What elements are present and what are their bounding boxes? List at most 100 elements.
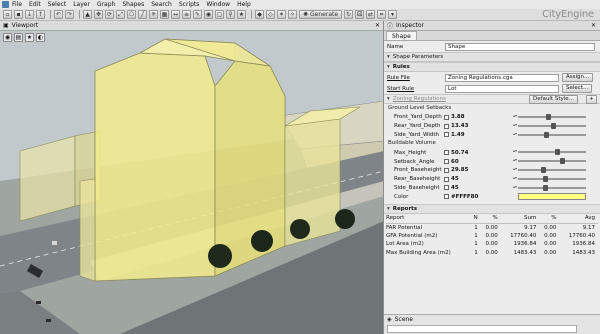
zoning-regulations-label[interactable]: Zoning Regulations: [393, 96, 446, 102]
menu-select[interactable]: Select: [48, 1, 67, 8]
name-field[interactable]: Shape: [445, 42, 595, 51]
param-source-icon[interactable]: [444, 185, 449, 191]
close-icon[interactable]: ✕: [375, 22, 380, 29]
slider-handle[interactable]: [543, 175, 549, 182]
param-value-field[interactable]: 50.74: [451, 150, 503, 156]
rotate-tool-icon[interactable]: ⟳: [105, 10, 114, 19]
param-stepper-icon[interactable]: ▴▾: [513, 166, 517, 173]
param-slider[interactable]: [518, 131, 586, 138]
align-tool-icon[interactable]: ≡: [182, 10, 191, 19]
tab-shape[interactable]: Shape: [386, 31, 417, 40]
paint-tool-icon[interactable]: ✎: [193, 10, 202, 19]
param-stepper-icon[interactable]: ▴▾: [513, 175, 517, 182]
param-value-field[interactable]: 29.85: [451, 167, 503, 173]
param-value-field[interactable]: 3.88: [451, 114, 503, 120]
slider-handle[interactable]: [559, 158, 565, 165]
menu-help[interactable]: Help: [237, 1, 251, 8]
rule-file-link[interactable]: Rule File: [387, 75, 443, 81]
move-tool-icon[interactable]: ✥: [94, 10, 103, 19]
scale-tool-icon[interactable]: ⤢: [116, 10, 125, 19]
scene-title[interactable]: Scene: [395, 316, 413, 323]
measure-tool-icon[interactable]: ↔: [171, 10, 180, 19]
clean-up-icon[interactable]: ✶: [277, 10, 286, 19]
polygon-tool-icon[interactable]: ⬠: [127, 10, 136, 19]
menu-edit[interactable]: Edit: [29, 1, 41, 8]
param-source-icon[interactable]: [444, 132, 449, 138]
add-icon[interactable]: +: [586, 95, 597, 104]
param-value-field[interactable]: 1.49: [451, 132, 503, 138]
param-slider[interactable]: [518, 158, 586, 165]
param-stepper-icon[interactable]: ▴▾: [513, 122, 517, 129]
param-stepper-icon[interactable]: ▴▾: [513, 158, 517, 164]
camera-menu-icon[interactable]: ◉: [3, 33, 12, 42]
param-source-icon[interactable]: [444, 176, 449, 182]
menu-scripts[interactable]: Scripts: [179, 1, 200, 8]
street-tool-icon[interactable]: ╱: [138, 10, 147, 19]
grow-street-icon[interactable]: ✳: [149, 10, 158, 19]
color-source-icon[interactable]: [444, 194, 449, 200]
slider-handle[interactable]: [550, 122, 556, 129]
param-slider[interactable]: [518, 166, 586, 173]
scene-search-input[interactable]: [387, 325, 577, 333]
new-icon[interactable]: ▫: [3, 10, 12, 19]
param-color-value[interactable]: #FFFF80: [451, 194, 503, 200]
inspector-title[interactable]: Inspector: [396, 22, 424, 29]
close-icon[interactable]: ✕: [591, 22, 596, 29]
param-stepper-icon[interactable]: ▴▾: [513, 149, 517, 155]
param-source-icon[interactable]: [444, 123, 449, 129]
reports-section[interactable]: ▾ Reports: [384, 204, 600, 215]
menu-layer[interactable]: Layer: [73, 1, 90, 8]
view-settings-icon[interactable]: ▤: [14, 33, 23, 42]
param-value-field[interactable]: 45: [451, 185, 503, 191]
param-slider[interactable]: [518, 175, 586, 182]
shape-parameters-section[interactable]: ▾ Shape Parameters: [384, 52, 600, 62]
report-column-header[interactable]: N: [471, 214, 481, 224]
start-rule-link[interactable]: Start Rule: [387, 86, 443, 92]
param-value-field[interactable]: 13.43: [451, 123, 503, 129]
update-seed-icon[interactable]: ⚄: [355, 10, 365, 19]
select-button[interactable]: Select...: [562, 84, 593, 93]
redo-icon[interactable]: ↷: [65, 10, 74, 19]
param-source-icon[interactable]: [444, 114, 449, 120]
param-value-field[interactable]: 45: [451, 176, 503, 182]
param-source-icon[interactable]: [444, 159, 449, 165]
param-source-icon[interactable]: [444, 150, 449, 156]
report-column-header[interactable]: Avg: [559, 214, 598, 224]
generate-button[interactable]: ✺ Generate: [299, 10, 343, 19]
param-stepper-icon[interactable]: ▴▾: [513, 131, 517, 138]
import-icon[interactable]: ↓: [25, 10, 34, 19]
report-column-header[interactable]: Sum: [500, 214, 540, 224]
menu-graph[interactable]: Graph: [97, 1, 115, 8]
frame-tool-icon[interactable]: ▢: [215, 10, 224, 19]
menu-window[interactable]: Window: [206, 1, 230, 8]
undo-icon[interactable]: ↶: [54, 10, 63, 19]
export-icon[interactable]: ↑: [36, 10, 45, 19]
select-tool-icon[interactable]: ▲: [83, 10, 92, 19]
display-options-icon[interactable]: ◐: [36, 33, 45, 42]
bookmarks-icon[interactable]: ★: [25, 33, 34, 42]
report-column-header[interactable]: Report: [386, 214, 472, 224]
subdivide-icon[interactable]: ▦: [160, 10, 169, 19]
menu-search[interactable]: Search: [151, 1, 172, 8]
save-icon[interactable]: ▪: [14, 10, 23, 19]
start-rule-field[interactable]: Lot: [445, 84, 559, 93]
viewport-title[interactable]: Viewport: [12, 22, 39, 29]
rules-section[interactable]: ▾ Rules: [384, 62, 600, 72]
param-slider[interactable]: [518, 122, 586, 129]
zoning-regulations-section[interactable]: ▾ Zoning Regulations Default Style... +: [384, 94, 600, 104]
menu-shapes[interactable]: Shapes: [122, 1, 144, 8]
3d-scene[interactable]: [0, 31, 384, 334]
convert-icon[interactable]: ⇄: [366, 10, 376, 19]
slider-handle[interactable]: [540, 166, 546, 173]
cleanup-graph-icon[interactable]: ⌗: [377, 10, 387, 19]
param-slider[interactable]: [518, 114, 586, 120]
param-source-icon[interactable]: [444, 167, 449, 173]
slider-handle[interactable]: [543, 184, 549, 191]
report-column-header[interactable]: %: [480, 214, 501, 224]
search-tool-icon[interactable]: ⚲: [226, 10, 235, 19]
slider-handle[interactable]: [554, 149, 560, 156]
param-value-field[interactable]: 60: [451, 159, 503, 165]
default-style-button[interactable]: Default Style...: [529, 95, 578, 104]
rule-file-field[interactable]: Zoning Regulations.cga: [445, 73, 559, 82]
camera-tool-icon[interactable]: ◉: [204, 10, 213, 19]
